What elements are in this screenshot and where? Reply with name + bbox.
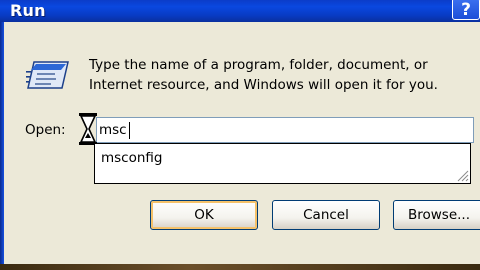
ok-button[interactable]: OK bbox=[150, 200, 258, 230]
description-line-2: Internet resource, and Windows will open… bbox=[89, 77, 438, 93]
open-label: Open: bbox=[25, 122, 66, 138]
browse-button[interactable]: Browse... bbox=[393, 200, 480, 230]
title-bar[interactable]: Run ? bbox=[0, 0, 480, 22]
taskbar-strip bbox=[0, 264, 480, 270]
cancel-button[interactable]: Cancel bbox=[272, 200, 380, 230]
dialog-description: Type the name of a program, folder, docu… bbox=[89, 55, 474, 95]
hourglass-icon bbox=[79, 113, 97, 145]
run-icon bbox=[26, 61, 69, 89]
open-combobox[interactable] bbox=[96, 117, 474, 143]
help-button[interactable]: ? bbox=[452, 0, 480, 20]
resize-grip-icon[interactable] bbox=[455, 168, 469, 182]
description-line-1: Type the name of a program, folder, docu… bbox=[89, 57, 428, 73]
text-caret bbox=[129, 122, 130, 139]
window-title: Run bbox=[10, 1, 46, 20]
open-input[interactable] bbox=[99, 120, 439, 140]
autocomplete-list: msconfig bbox=[94, 143, 471, 184]
autocomplete-item[interactable]: msconfig bbox=[101, 150, 163, 166]
